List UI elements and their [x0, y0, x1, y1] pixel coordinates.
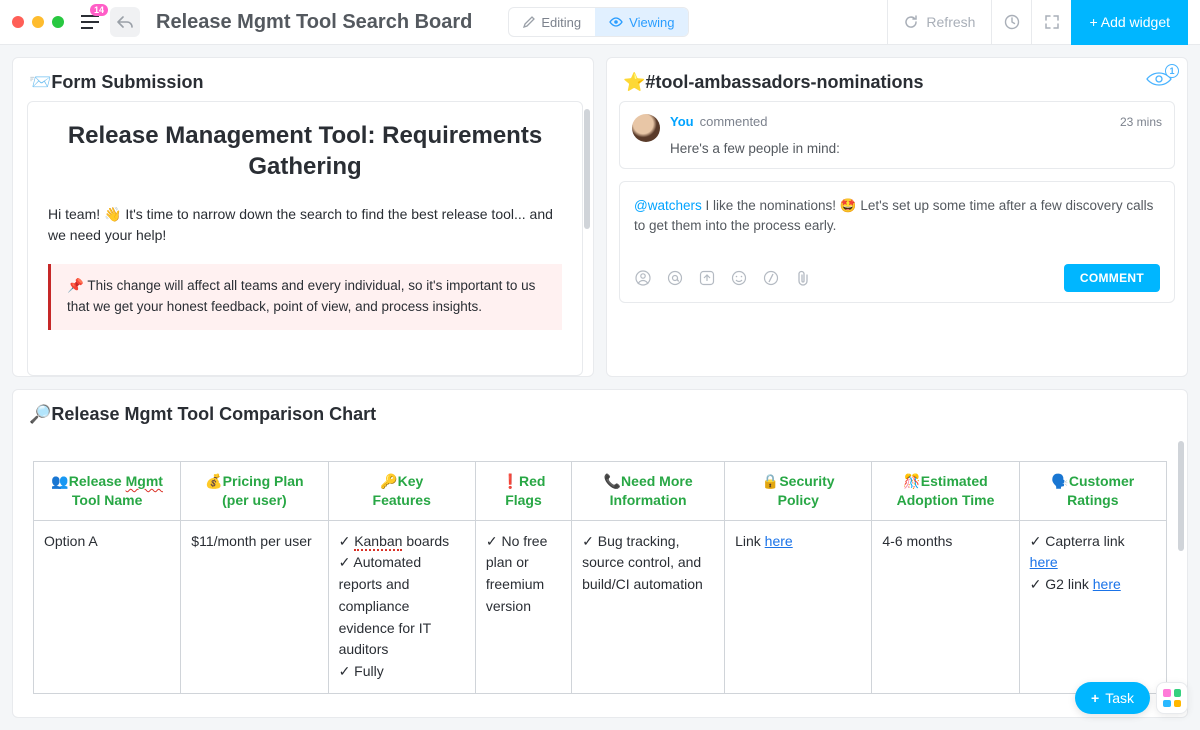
- widget-header: 📨Form Submission: [13, 58, 593, 101]
- cell-pricing: $11/month per user: [181, 520, 328, 693]
- col-security: 🔒SecurityPolicy: [725, 462, 872, 521]
- fullscreen-button[interactable]: [1031, 0, 1071, 44]
- task-button[interactable]: [698, 269, 716, 287]
- avatar: [632, 114, 660, 142]
- comment-body: Here's a few people in mind:: [670, 141, 1162, 156]
- col-more-info: 📞Need MoreInformation: [572, 462, 725, 521]
- col-ratings: 🗣️CustomerRatings: [1019, 462, 1166, 521]
- close-window-icon[interactable]: [12, 16, 24, 28]
- mode-toggle: Editing Viewing: [508, 7, 689, 37]
- viewing-mode-button[interactable]: Viewing: [595, 8, 688, 36]
- g2-link[interactable]: here: [1093, 576, 1121, 592]
- cell-ratings: ✓ Capterra link here ✓ G2 link here: [1019, 520, 1166, 693]
- eye-icon: [609, 17, 623, 27]
- form-title: Release Management Tool: Requirements Ga…: [48, 120, 562, 182]
- notification-badge: 14: [90, 4, 108, 16]
- capterra-link[interactable]: here: [1030, 554, 1058, 570]
- scrollbar[interactable]: [1177, 441, 1185, 709]
- widget-title: Release Mgmt Tool Comparison Chart: [51, 404, 376, 425]
- star-icon: ⭐: [623, 72, 645, 93]
- callout-box: 📌 This change will affect all teams and …: [48, 264, 562, 330]
- security-link[interactable]: here: [765, 533, 793, 549]
- assign-button[interactable]: [634, 269, 652, 287]
- mention[interactable]: @watchers: [634, 198, 702, 213]
- viewing-label: Viewing: [629, 15, 674, 30]
- widget-title: #tool-ambassadors-nominations: [645, 72, 923, 93]
- scrollbar-thumb[interactable]: [1178, 441, 1184, 551]
- cell-flags: ✓ No free plan or freemium version: [475, 520, 571, 693]
- comment-author: You: [670, 114, 694, 129]
- cell-features: ✓ Kanban boards ✓ Automated reports and …: [328, 520, 475, 693]
- col-features: 🔑KeyFeatures: [328, 462, 475, 521]
- editing-mode-button[interactable]: Editing: [509, 8, 595, 36]
- mention-button[interactable]: [666, 269, 684, 287]
- widget-header: ⭐#tool-ambassadors-nominations: [607, 58, 1187, 101]
- window-controls: [12, 16, 64, 28]
- watchers-indicator[interactable]: 1: [1145, 70, 1173, 88]
- reply-text[interactable]: @watchers I like the nominations! 🤩 Let'…: [634, 196, 1160, 252]
- star-struck-icon: 🤩: [840, 198, 857, 213]
- form-submission-widget: 📨Form Submission Release Management Tool…: [12, 57, 594, 377]
- col-flags: ❗RedFlags: [475, 462, 571, 521]
- scrollbar-thumb[interactable]: [584, 109, 590, 229]
- table-header-row: 👥Release MgmtTool Name 💰Pricing Plan(per…: [34, 462, 1167, 521]
- refresh-label: Refresh: [926, 14, 975, 30]
- scrollbar[interactable]: [583, 109, 591, 368]
- add-widget-label: + Add widget: [1089, 14, 1170, 30]
- comparison-table: 👥Release MgmtTool Name 💰Pricing Plan(per…: [33, 461, 1167, 694]
- maximize-window-icon[interactable]: [52, 16, 64, 28]
- attachment-button[interactable]: [794, 269, 812, 287]
- slash-command-button[interactable]: [762, 269, 780, 287]
- cell-security: Link here: [725, 520, 872, 693]
- hamburger-icon: [81, 15, 99, 29]
- board: 📨Form Submission Release Management Tool…: [0, 45, 1200, 730]
- inbox-icon: 📨: [29, 72, 51, 93]
- magnifier-icon: 🔎: [29, 404, 51, 425]
- col-pricing: 💰Pricing Plan(per user): [181, 462, 328, 521]
- emoji-button[interactable]: [730, 269, 748, 287]
- page-title: Release Mgmt Tool Search Board: [156, 11, 472, 34]
- new-task-button[interactable]: +Task: [1075, 682, 1150, 714]
- topbar: 14 Release Mgmt Tool Search Board Editin…: [0, 0, 1200, 45]
- widget-title: Form Submission: [51, 72, 203, 93]
- wave-icon: 👋: [104, 206, 121, 222]
- pencil-icon: [523, 16, 535, 28]
- chat-widget: ⭐#tool-ambassadors-nominations 1 You com…: [606, 57, 1188, 377]
- pushpin-icon: 📌: [67, 278, 84, 293]
- undo-icon: [117, 15, 133, 29]
- comparison-chart-widget: 🔎Release Mgmt Tool Comparison Chart 👥Rel…: [12, 389, 1188, 718]
- cell-adoption: 4-6 months: [872, 520, 1019, 693]
- comment: You commented 23 mins Here's a few peopl…: [619, 101, 1175, 169]
- cell-info: ✓ Bug tracking, source control, and buil…: [572, 520, 725, 693]
- editing-label: Editing: [541, 15, 581, 30]
- refresh-button[interactable]: Refresh: [887, 0, 991, 44]
- comment-time: 23 mins: [1120, 115, 1162, 129]
- comment-action: commented: [700, 114, 768, 129]
- task-label: Task: [1105, 690, 1134, 706]
- form-intro-text: Hi team! 👋 It's time to narrow down the …: [48, 204, 562, 246]
- col-adoption: 🎊EstimatedAdoption Time: [872, 462, 1019, 521]
- main-menu-button[interactable]: 14: [76, 8, 104, 36]
- back-button[interactable]: [110, 7, 140, 37]
- table-row: Option A $11/month per user ✓ Kanban boa…: [34, 520, 1167, 693]
- expand-icon: [1045, 15, 1059, 29]
- comment-button[interactable]: COMMENT: [1064, 264, 1160, 292]
- add-widget-button[interactable]: + Add widget: [1071, 0, 1188, 45]
- widget-header: 🔎Release Mgmt Tool Comparison Chart: [13, 390, 1187, 433]
- reply-box[interactable]: @watchers I like the nominations! 🤩 Let'…: [619, 181, 1175, 303]
- apps-button[interactable]: [1156, 682, 1188, 714]
- clock-icon: [1004, 14, 1020, 30]
- refresh-icon: [904, 15, 918, 29]
- form-content: Release Management Tool: Requirements Ga…: [27, 101, 583, 376]
- history-button[interactable]: [991, 0, 1031, 44]
- minimize-window-icon[interactable]: [32, 16, 44, 28]
- cell-name: Option A: [34, 520, 181, 693]
- reply-toolbar: COMMENT: [634, 264, 1160, 292]
- col-tool-name: 👥Release MgmtTool Name: [34, 462, 181, 521]
- watchers-count: 1: [1165, 64, 1179, 78]
